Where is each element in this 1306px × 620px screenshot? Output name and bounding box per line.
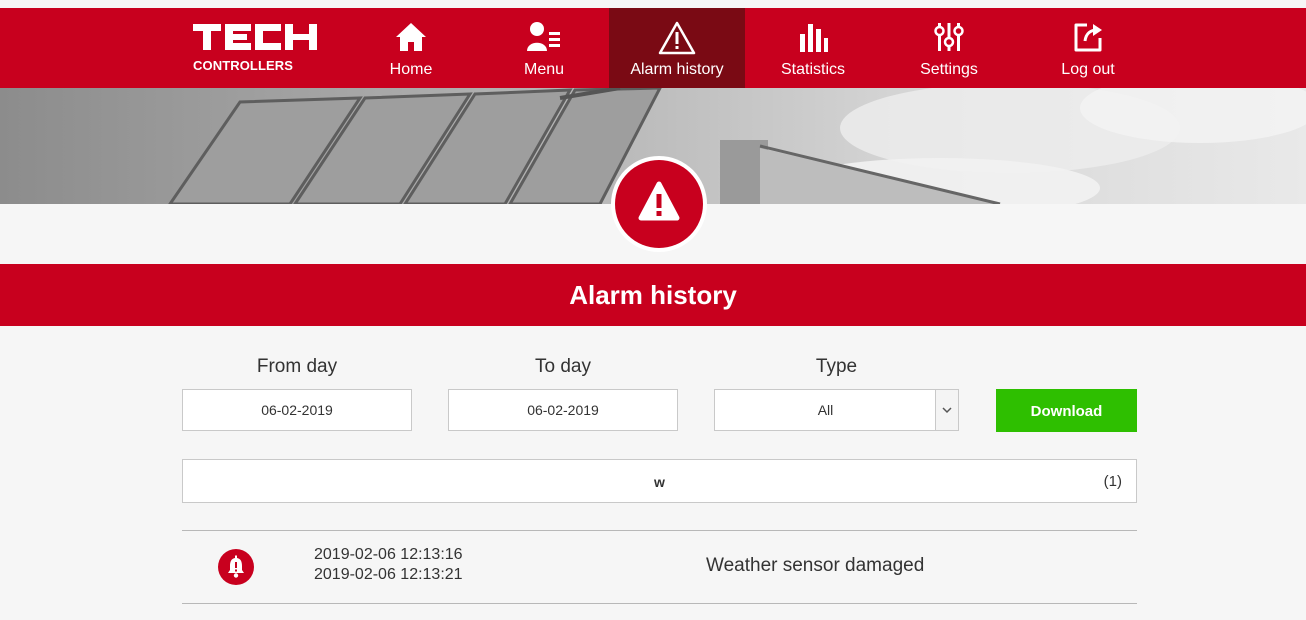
list-divider-bottom [182,603,1137,604]
nav-settings-label: Settings [920,61,978,78]
warning-badge-icon [615,160,703,248]
bar-chart-icon [796,20,830,59]
home-icon [394,20,428,59]
alarm-timestamps: 2019-02-06 12:13:16 2019-02-06 12:13:21 [314,545,463,585]
type-select-value: All [817,402,834,418]
to-day-input[interactable] [448,389,678,431]
nav-alarm-history-label: Alarm history [630,61,724,78]
nav-alarm-history[interactable]: Alarm history [609,8,745,88]
alarm-start-time: 2019-02-06 12:13:16 [314,546,463,563]
nav-home-label: Home [389,61,433,78]
chevron-down-icon[interactable] [935,390,958,430]
nav-logout[interactable]: Log out [1052,8,1124,88]
logout-icon [1071,20,1105,59]
nav-home[interactable]: Home [376,8,446,88]
page-title: Alarm history [0,264,1306,326]
download-button[interactable]: Download [996,389,1137,432]
nav-menu[interactable]: Menu [508,8,580,88]
warning-triangle-icon [657,20,697,61]
logo-subtitle: CONTROLLERS [193,58,294,73]
top-navigation: CONTROLLERS Home Menu Alarm history Stat… [0,8,1306,88]
nav-statistics[interactable]: Statistics [770,8,856,88]
nav-logout-label: Log out [1061,61,1115,78]
alarm-message: Weather sensor damaged [706,555,925,576]
alarm-group-label: w [654,474,665,490]
sliders-icon [932,20,966,59]
alarm-bell-icon [218,549,254,585]
nav-statistics-label: Statistics [780,61,845,78]
to-day-label: To day [535,356,591,377]
user-menu-icon [526,20,562,59]
nav-menu-label: Menu [523,61,565,78]
from-day-input[interactable] [182,389,412,431]
alarm-group-count: (1) [1103,473,1122,490]
alarm-end-time: 2019-02-06 12:13:21 [314,566,463,583]
alarm-group-header[interactable]: w (1) [182,459,1137,503]
alarm-badge [611,156,707,252]
from-day-label: From day [256,356,338,377]
type-select[interactable]: All [714,389,959,431]
tech-logo-mark [193,24,317,50]
nav-settings[interactable]: Settings [910,8,988,88]
type-label: Type [815,356,858,377]
tech-controllers-logo[interactable]: CONTROLLERS [193,24,321,80]
alarm-list-item: 2019-02-06 12:13:16 2019-02-06 12:13:21 … [182,531,1137,603]
